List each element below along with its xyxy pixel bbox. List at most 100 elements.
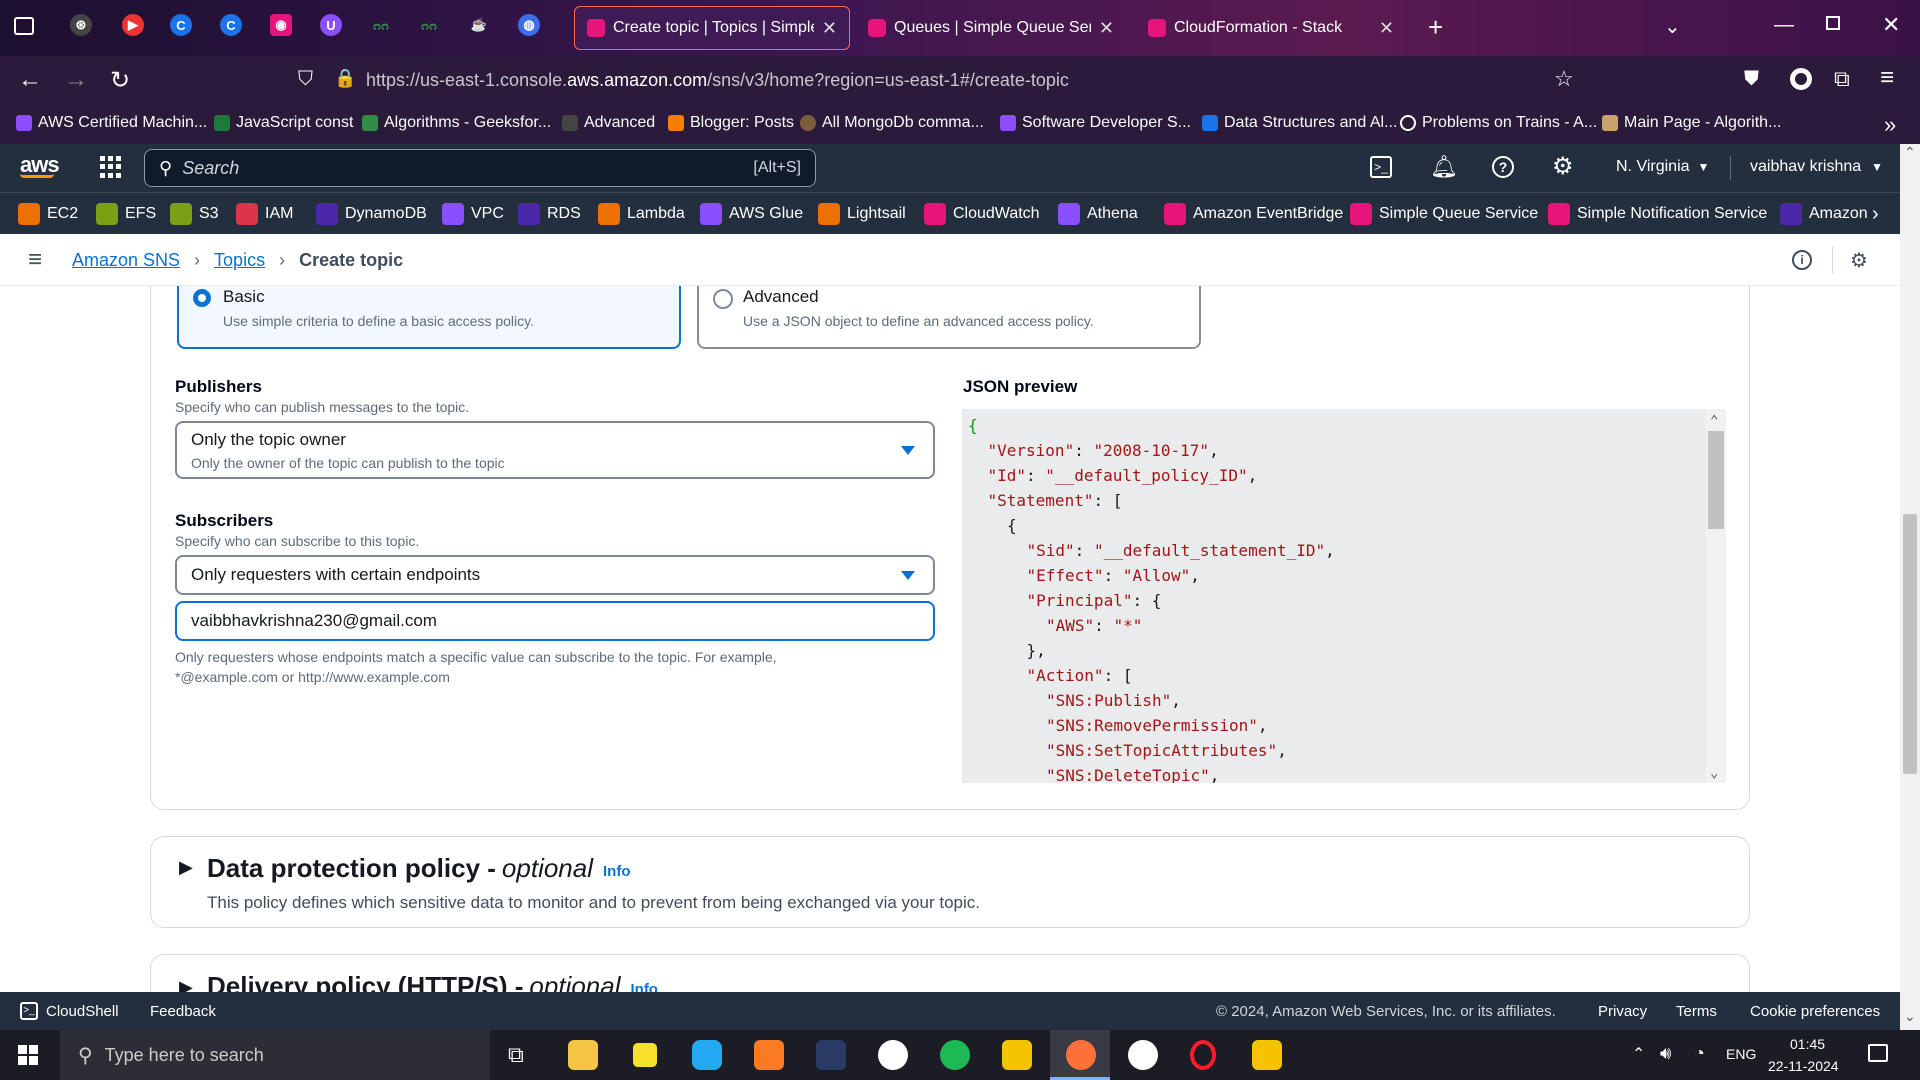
close-tab-icon[interactable]: ✕: [822, 18, 837, 39]
tab-list-icon[interactable]: [14, 17, 34, 35]
favorite-service-lambda[interactable]: Lambda: [598, 203, 685, 225]
wifi-icon[interactable]: ◔: [1694, 1043, 1705, 1064]
bitwarden-2-icon[interactable]: [1128, 1040, 1158, 1070]
expand-caret-right-icon[interactable]: ▶: [179, 857, 193, 878]
advanced-option-tile[interactable]: Advanced Use a JSON object to define an …: [697, 286, 1201, 349]
xampp-icon[interactable]: [754, 1040, 784, 1070]
favorite-service-efs[interactable]: EFS: [96, 203, 156, 225]
notifications-bell-icon[interactable]: 🔔︎: [1430, 154, 1458, 180]
reload-icon[interactable]: ↻: [110, 66, 130, 95]
favorite-service-amazon[interactable]: Amazon: [1780, 203, 1868, 225]
services-grid-icon[interactable]: [100, 156, 122, 178]
basic-option-tile[interactable]: Basic Use simple criteria to define a ba…: [177, 286, 681, 349]
favorite-service-ec2[interactable]: EC2: [18, 203, 78, 225]
cloudshell-icon[interactable]: >_: [1370, 156, 1392, 178]
bookmark-item[interactable]: Advanced: [562, 114, 655, 132]
pinned-tab-aws-icon[interactable]: ◉: [270, 14, 292, 36]
bookmark-item[interactable]: Main Page - Algorith...: [1602, 114, 1781, 132]
favorite-service-iam[interactable]: IAM: [236, 203, 293, 225]
url-bar[interactable]: https://us-east-1.console. aws.amazon.com…: [366, 70, 1069, 91]
endpoint-input[interactable]: vaibbhavkrishna230@gmail.com: [175, 601, 935, 641]
aws-logo[interactable]: aws: [20, 152, 60, 178]
close-window-icon[interactable]: ✕: [1882, 12, 1900, 38]
minimize-icon[interactable]: —: [1774, 14, 1794, 37]
taskbar-search-box[interactable]: ⚲ Type here to search: [60, 1030, 490, 1080]
pinned-tab-c-icon[interactable]: C: [170, 14, 192, 36]
favorite-service-dynamodb[interactable]: DynamoDB: [316, 203, 427, 225]
forward-arrow-icon[interactable]: →: [64, 66, 88, 94]
subscribers-select[interactable]: Only requesters with certain endpoints: [175, 555, 935, 595]
sticky-app-icon[interactable]: [1252, 1040, 1282, 1070]
json-preview-editor[interactable]: {"Version": "2008-10-17", "Id": "__defaul…: [962, 409, 1726, 783]
clock-time[interactable]: 01:45: [1790, 1036, 1825, 1052]
page-scrollbar[interactable]: ⌃ ⌄: [1900, 144, 1920, 1030]
pinned-tab-gfg-icon[interactable]: ᴒᴒ: [370, 14, 392, 36]
bookmark-star-icon[interactable]: ☆: [1554, 66, 1574, 92]
scroll-up-icon[interactable]: ⌃: [1904, 144, 1916, 161]
menu-hamburger-icon[interactable]: ≡: [1880, 64, 1894, 92]
info-link[interactable]: Info: [630, 975, 658, 992]
tab-create-topic[interactable]: Create topic | Topics | Simple N ✕: [574, 6, 850, 50]
advanced-radio[interactable]: [713, 289, 733, 309]
new-tab-plus-icon[interactable]: +: [1428, 12, 1443, 43]
tracking-shield-icon[interactable]: ⛉: [298, 68, 313, 91]
close-tab-icon[interactable]: ✕: [1099, 18, 1114, 39]
favorite-service-vpc[interactable]: VPC: [442, 203, 504, 225]
task-view-icon[interactable]: ⧉: [508, 1042, 524, 1068]
region-selector[interactable]: N. Virginia ▼: [1616, 158, 1709, 176]
bookmark-item[interactable]: JavaScript const: [214, 114, 353, 132]
notifications-icon[interactable]: [1868, 1044, 1888, 1062]
settings-gear-icon[interactable]: ⚙: [1552, 152, 1574, 181]
scroll-down-icon[interactable]: ⌄: [1904, 1008, 1916, 1025]
pinned-tab-globe-icon[interactable]: ◍: [518, 14, 540, 36]
restore-icon[interactable]: [1826, 16, 1840, 30]
feedback-link[interactable]: Feedback: [150, 1003, 216, 1020]
bookmark-item[interactable]: Data Structures and Al...: [1202, 114, 1397, 132]
data-protection-header[interactable]: Data protection policy - optional Info: [207, 853, 631, 884]
tab-queues[interactable]: Queues | Simple Queue Service ✕: [856, 6, 1126, 50]
favorite-service-lightsail[interactable]: Lightsail: [818, 203, 906, 225]
pinned-tab-gfg2-icon[interactable]: ᴒᴒ: [418, 14, 440, 36]
lock-icon[interactable]: 🔒: [334, 68, 356, 89]
spotify-icon[interactable]: [940, 1040, 970, 1070]
powershell-icon[interactable]: [816, 1040, 846, 1070]
scroll-thumb[interactable]: [1708, 431, 1724, 529]
file-explorer-icon[interactable]: [568, 1040, 598, 1070]
bookmark-item[interactable]: Algorithms - Geeksfor...: [362, 114, 551, 132]
favorite-service-athena[interactable]: Athena: [1058, 203, 1138, 225]
pinned-tab-openai-icon[interactable]: ⊛: [70, 14, 92, 36]
bitwarden-icon[interactable]: [878, 1040, 908, 1070]
pinned-tab-java-icon[interactable]: ☕: [468, 14, 490, 36]
scroll-down-icon[interactable]: ⌄: [1710, 761, 1718, 783]
firefox-icon[interactable]: [1066, 1040, 1096, 1070]
favorites-scroll-right-icon[interactable]: ›: [1872, 203, 1879, 226]
pinned-tab-u-icon[interactable]: U: [320, 14, 342, 36]
favorite-service-rds[interactable]: RDS: [518, 203, 581, 225]
aws-search-box[interactable]: ⚲ Search [Alt+S]: [144, 149, 816, 187]
expand-caret-right-icon[interactable]: ▶: [179, 977, 193, 992]
publishers-select[interactable]: Only the topic owner Only the owner of t…: [175, 421, 935, 479]
privacy-link[interactable]: Privacy: [1598, 1003, 1647, 1020]
favorite-service-simple-queue-service[interactable]: Simple Queue Service: [1350, 203, 1538, 225]
cloudshell-button[interactable]: >_ CloudShell: [20, 1002, 119, 1020]
opera-icon[interactable]: [1190, 1040, 1216, 1070]
help-icon[interactable]: ?: [1492, 156, 1514, 178]
potplayer-icon[interactable]: [1002, 1040, 1032, 1070]
tray-chevron-up-icon[interactable]: ⌃: [1632, 1044, 1645, 1064]
info-link[interactable]: Info: [603, 857, 631, 880]
windows-start-icon[interactable]: [18, 1045, 38, 1065]
account-menu[interactable]: vaibhav krishna ▼: [1750, 158, 1883, 176]
sticky-notes-icon[interactable]: [633, 1043, 657, 1067]
bookmark-item[interactable]: Software Developer S...: [1000, 114, 1191, 132]
breadcrumb-amazon-sns[interactable]: Amazon SNS: [72, 250, 180, 271]
basic-radio-checked[interactable]: [193, 289, 211, 307]
favorite-service-amazon-eventbridge[interactable]: Amazon EventBridge: [1164, 203, 1343, 225]
pinned-tab-youtube-icon[interactable]: ▶: [122, 14, 144, 36]
clock-date[interactable]: 22-11-2024: [1768, 1058, 1839, 1074]
account-icon[interactable]: [1790, 68, 1812, 90]
terms-link[interactable]: Terms: [1676, 1003, 1717, 1020]
bookmark-item[interactable]: Blogger: Posts: [668, 114, 794, 132]
pocket-icon[interactable]: ⛊: [1744, 68, 1759, 91]
cookie-preferences-link[interactable]: Cookie preferences: [1750, 1003, 1880, 1020]
vscode-icon[interactable]: [692, 1040, 722, 1070]
